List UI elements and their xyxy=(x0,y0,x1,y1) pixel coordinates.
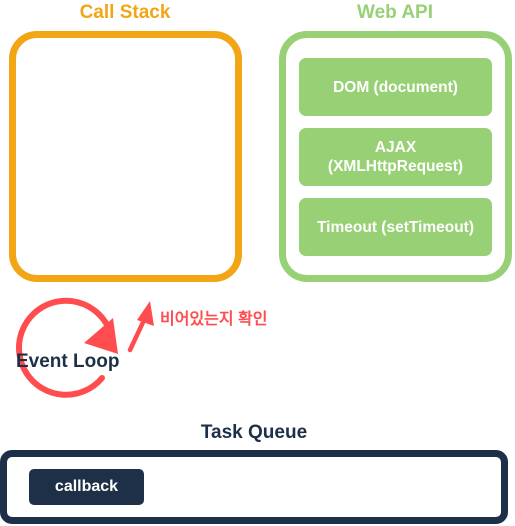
check-arrowhead xyxy=(137,301,154,326)
web-api-timeout-item: Timeout (setTimeout) xyxy=(299,198,492,256)
call-stack-title: Call Stack xyxy=(79,2,171,23)
callback-item: callback xyxy=(29,469,144,505)
web-api-dom-item: DOM (document) xyxy=(299,58,492,116)
check-empty-label: 비어있는지 확인 xyxy=(160,311,268,328)
web-api-title: Web API xyxy=(356,2,433,23)
check-arrow-shaft xyxy=(127,315,148,353)
call-stack-box xyxy=(9,31,242,282)
event-loop-arrowhead xyxy=(84,318,118,354)
task-queue-title: Task Queue xyxy=(200,422,308,443)
event-loop-label: Event Loop xyxy=(16,351,120,372)
web-api-ajax-item: AJAX (XMLHttpRequest) xyxy=(299,128,492,186)
